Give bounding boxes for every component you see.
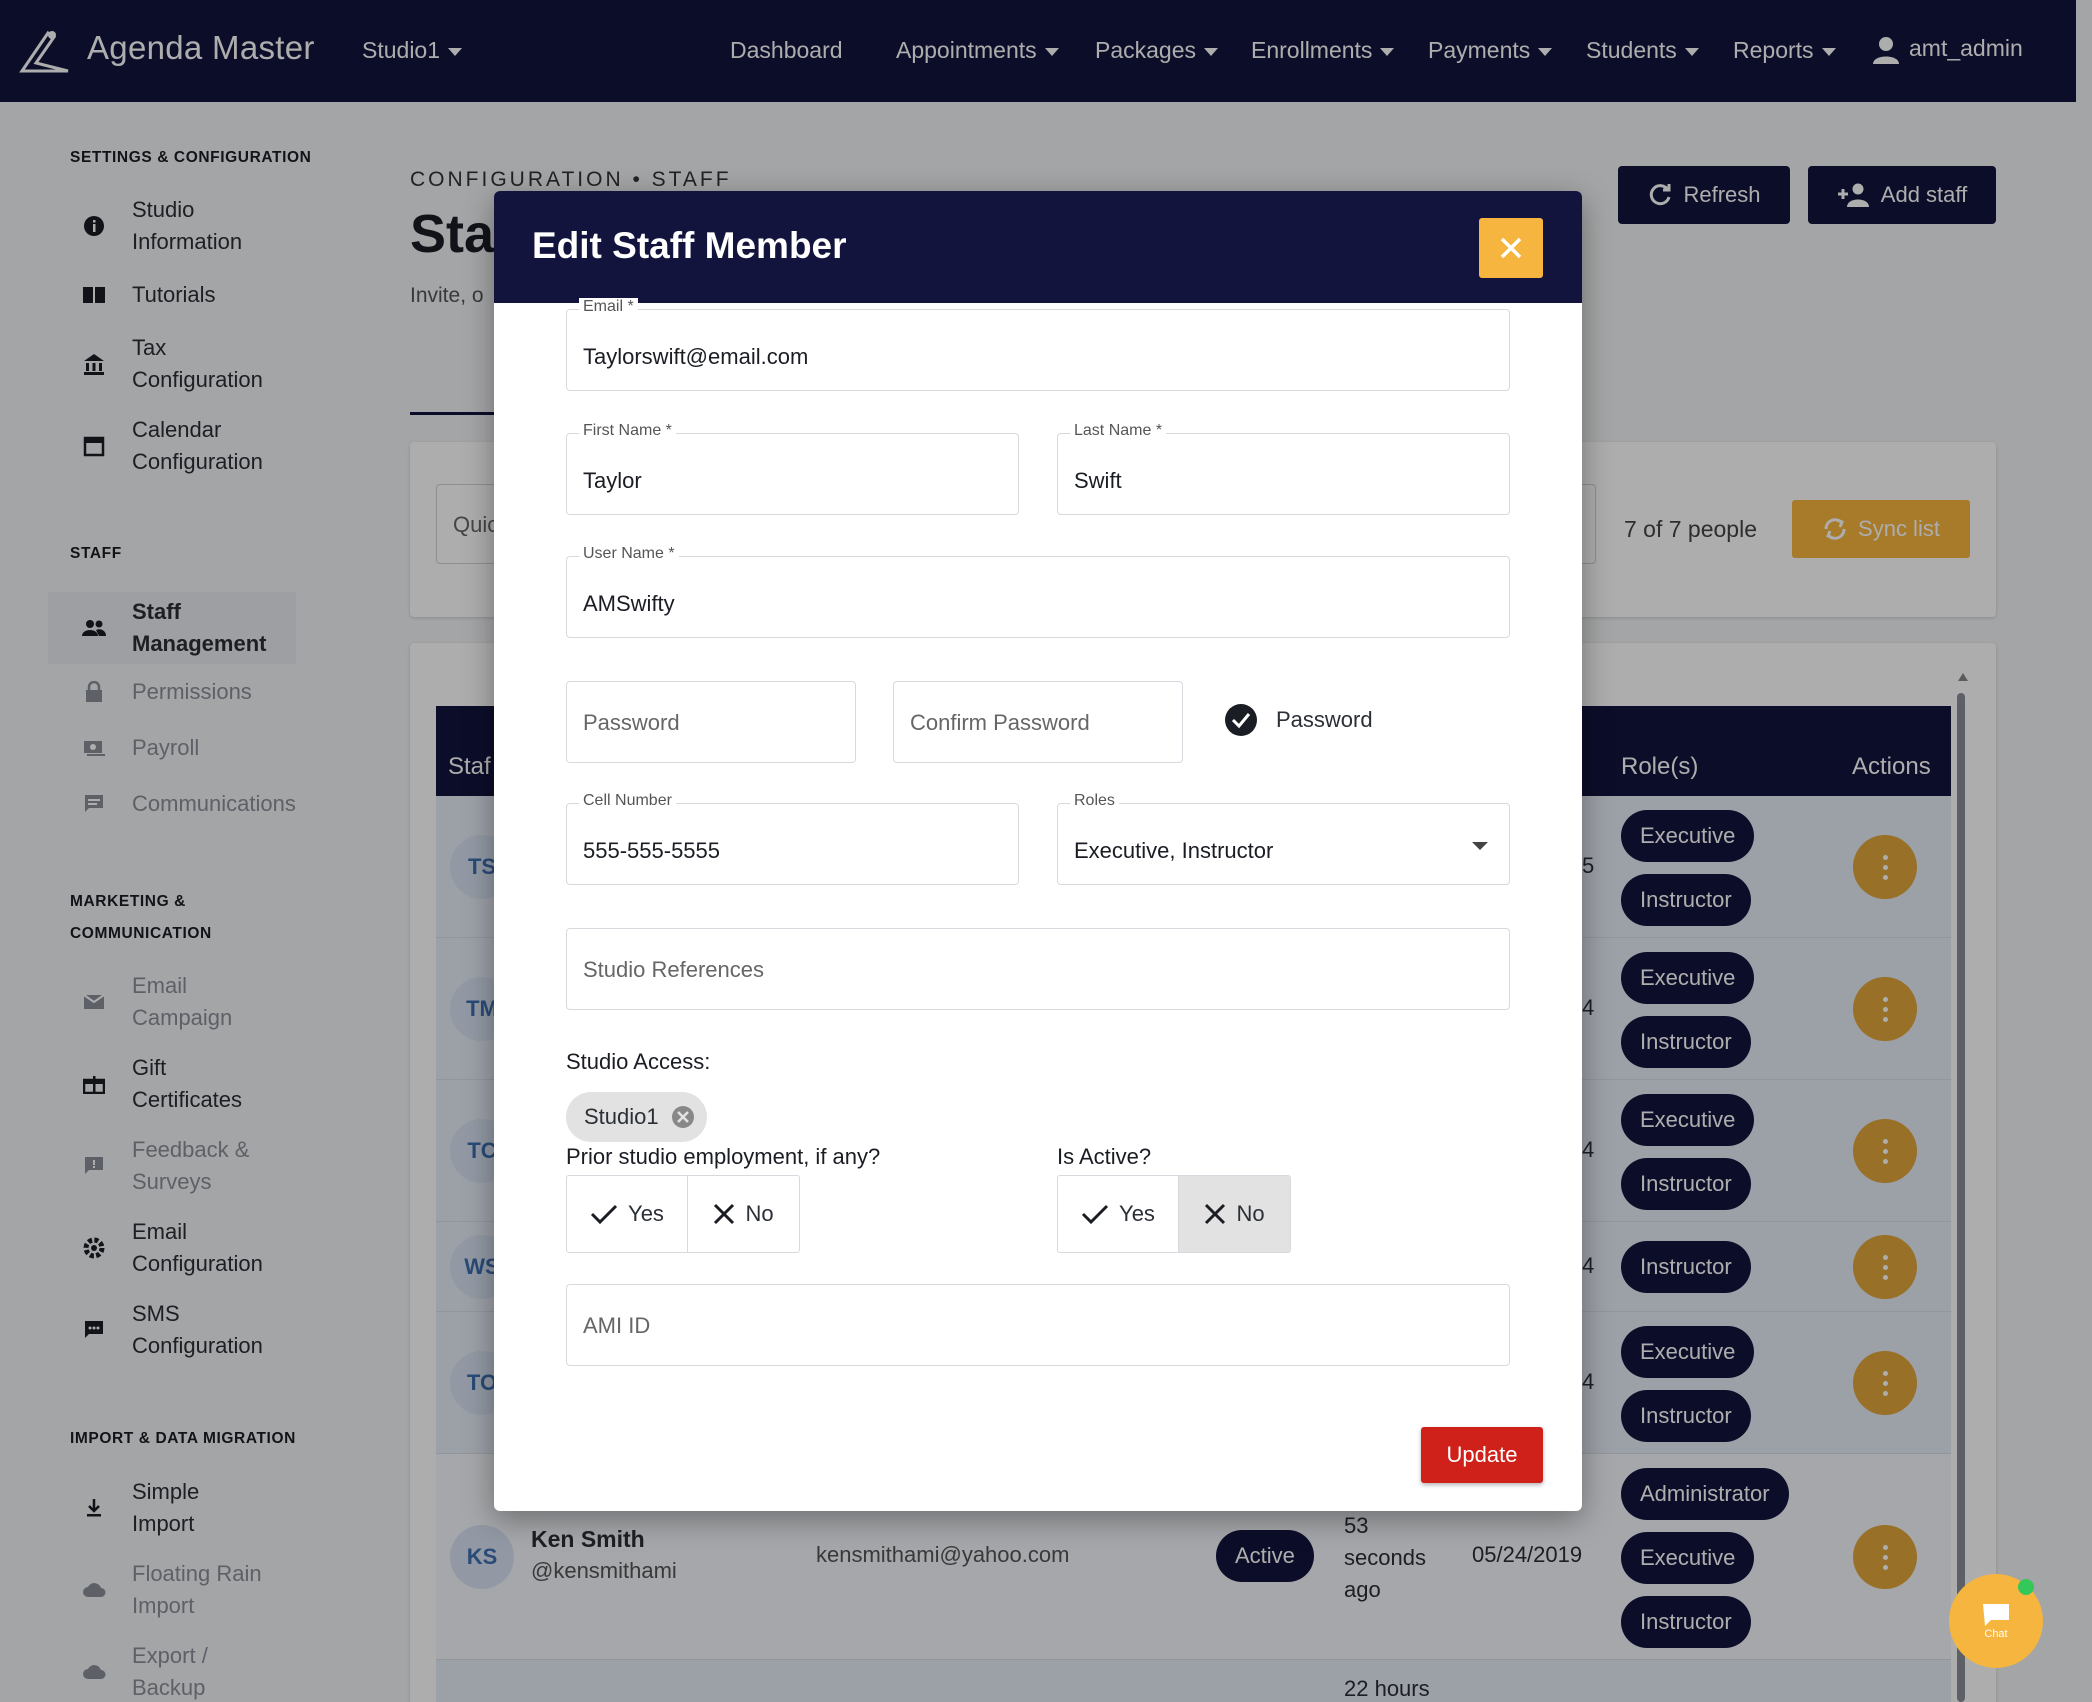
last-name-value: Swift: [1074, 468, 1122, 493]
email-value: Taylorswift@email.com: [583, 344, 809, 369]
active-no-button[interactable]: No: [1178, 1176, 1290, 1252]
prior-employment-label: Prior studio employment, if any?: [566, 1144, 881, 1169]
studio-references-placeholder: Studio References: [583, 957, 764, 982]
password-placeholder: Password: [583, 710, 680, 735]
cell-number-value: 555-555-5555: [583, 838, 721, 863]
email-field[interactable]: Email * Taylorswift@email.com: [566, 298, 1510, 391]
dropdown-arrow-icon: [1472, 842, 1488, 850]
chat-icon: [1983, 1604, 2009, 1626]
is-active-toggle: Yes No: [1057, 1175, 1291, 1253]
confirm-password-placeholder: Confirm Password: [910, 710, 1090, 735]
user-name-label: User Name *: [579, 545, 679, 563]
first-name-value: Taylor: [583, 468, 642, 493]
roles-value: Executive, Instructor: [1074, 838, 1274, 863]
prior-no-button[interactable]: No: [687, 1176, 799, 1252]
no-label: No: [1236, 1201, 1265, 1226]
last-name-label: Last Name *: [1070, 422, 1167, 440]
update-button[interactable]: Update: [1421, 1427, 1543, 1483]
is-active-label: Is Active?: [1057, 1144, 1152, 1169]
yes-label: Yes: [1119, 1201, 1155, 1226]
yes-label: Yes: [628, 1201, 664, 1226]
check-icon: [1081, 1204, 1109, 1225]
edit-staff-modal: Edit Staff Member Email * Taylorswift@em…: [494, 191, 1582, 1511]
close-icon: [714, 1203, 735, 1225]
close-button[interactable]: [1479, 218, 1543, 278]
password-field[interactable]: Password: [566, 681, 856, 763]
first-name-label: First Name *: [579, 422, 676, 440]
remove-chip-icon[interactable]: [671, 1105, 695, 1129]
roles-label: Roles: [1070, 792, 1119, 810]
online-indicator: [2018, 1579, 2034, 1595]
close-icon: [1500, 237, 1522, 259]
last-name-field[interactable]: Last Name * Swift: [1057, 422, 1510, 515]
studio-access-chip: Studio1: [566, 1092, 707, 1142]
prior-yes-button[interactable]: Yes: [567, 1176, 687, 1252]
first-name-field[interactable]: First Name * Taylor: [566, 422, 1019, 515]
close-icon: [1205, 1203, 1226, 1225]
no-label: No: [745, 1201, 774, 1226]
user-name-field[interactable]: User Name * AMSwifty: [566, 545, 1510, 638]
password-checkbox[interactable]: Password: [1224, 703, 1373, 737]
active-yes-button[interactable]: Yes: [1058, 1176, 1178, 1252]
prior-employment-toggle: Yes No: [566, 1175, 800, 1253]
modal-header: Edit Staff Member: [494, 191, 1582, 303]
chat-label: Chat: [1984, 1628, 2008, 1640]
confirm-password-field[interactable]: Confirm Password: [893, 681, 1183, 763]
ami-id-placeholder: AMI ID: [583, 1313, 651, 1338]
studio-chip-label: Studio1: [584, 1104, 659, 1129]
modal-title: Edit Staff Member: [532, 225, 847, 266]
cell-number-field[interactable]: Cell Number 555-555-5555: [566, 792, 1019, 885]
check-circle-icon: [1225, 704, 1257, 736]
ami-id-field[interactable]: AMI ID: [566, 1284, 1510, 1366]
check-icon: [590, 1204, 618, 1225]
studio-references-field[interactable]: Studio References: [566, 928, 1510, 1010]
roles-select[interactable]: Roles Executive, Instructor: [1057, 792, 1510, 885]
email-label: Email *: [579, 298, 638, 316]
studio-access-label: Studio Access:: [566, 1049, 711, 1074]
password-check-label: Password: [1276, 707, 1373, 732]
user-name-value: AMSwifty: [583, 591, 675, 616]
cell-number-label: Cell Number: [579, 792, 676, 810]
